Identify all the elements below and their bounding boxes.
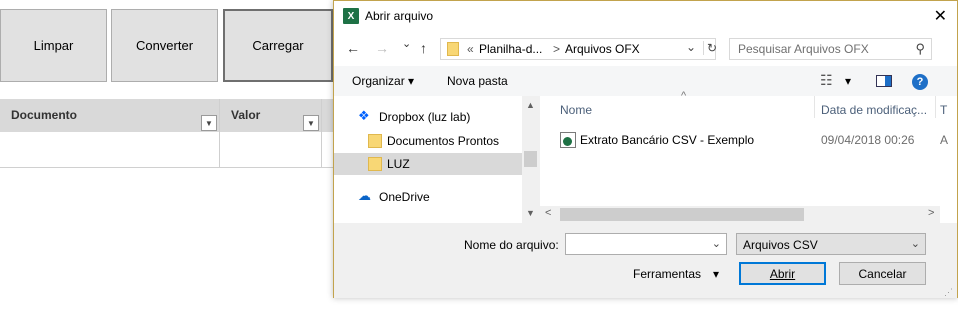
nav-item-documentos-prontos[interactable]: Documentos Prontos [334,130,522,152]
search-icon: ⚲ [915,41,925,56]
address-bar[interactable]: « Planilha-d... > Arquivos OFX ⌄ ↻ [440,38,717,60]
cancel-button-label: Cancelar [858,266,907,281]
limpar-label: Limpar [33,38,74,53]
column-header-extra [322,99,333,132]
scroll-up-icon[interactable]: ▲ [526,100,535,110]
nav-item-luz[interactable]: LUZ [334,153,522,175]
resize-grip-icon[interactable]: ⋰ [944,287,953,298]
nav-item-label: OneDrive [379,190,430,204]
ferramentas-menu[interactable]: Ferramentas [633,267,701,281]
open-button[interactable]: Abrir [739,262,826,285]
limpar-button[interactable]: Limpar [0,9,107,82]
csv-file-icon [560,132,576,148]
file-date: 09/04/2018 00:26 [821,133,915,147]
breadcrumb-overflow[interactable]: « [467,42,474,56]
nav-item-label: Dropbox (luz lab) [379,110,471,124]
sort-ascending-icon: ^ [681,90,687,102]
chevron-down-icon[interactable]: ▾ [713,267,719,281]
dialog-titlebar: X Abrir arquivo ✕ [334,1,957,32]
forward-arrow-icon[interactable]: → [375,40,389,56]
file-type: A [940,133,949,147]
file-list-pane: Nome ^ Data de modificaç... T Extrato Ba… [540,90,957,223]
grid-separator [219,99,220,168]
scroll-down-icon[interactable]: ▼ [526,208,535,218]
column-header-tipo[interactable]: T [940,103,947,117]
preview-pane-icon[interactable] [876,75,892,87]
dropbox-icon: ❖ [358,108,370,123]
column-header-data[interactable]: Data de modificaç... [821,103,927,117]
filename-field[interactable]: ⌄ [565,233,727,255]
scrollbar-thumb[interactable] [560,208,804,221]
scroll-left-icon[interactable]: < [545,207,551,219]
dialog-footer: Nome do arquivo: ⌄ Arquivos CSV ⌄ Ferram… [334,223,957,298]
chevron-down-icon: ⌄ [910,238,920,250]
grid-separator [321,99,322,168]
up-arrow-icon[interactable]: ↑ [420,40,427,56]
refresh-icon[interactable]: ↻ [703,41,717,55]
documento-label: Documento [11,108,77,122]
nav-item-dropbox[interactable]: ❖ Dropbox (luz lab) [334,106,522,128]
file-row[interactable]: Extrato Bancário CSV - Exemplo 09/04/201… [560,132,948,150]
breadcrumb-separator: > [553,42,561,56]
column-header-nome[interactable]: Nome [560,103,592,117]
view-options-icon[interactable]: ☷ [820,72,833,89]
nav-item-onedrive[interactable]: ☁ OneDrive [334,186,522,208]
recent-locations-icon[interactable]: ⌄ [402,37,411,50]
address-dropdown-icon[interactable]: ⌄ [686,40,696,54]
nav-item-label: LUZ [387,157,410,171]
chevron-down-icon[interactable]: ⌄ [712,237,721,250]
column-separator[interactable] [814,96,815,118]
search-input[interactable]: Pesquisar Arquivos OFX ⚲ [729,38,932,60]
screen: Limpar Converter Carregar Documento ▼ Va… [0,0,958,311]
filetype-value: Arquivos CSV [743,238,818,252]
nav-pane-scrollbar[interactable]: ▲ ▼ [522,96,539,223]
ferramentas-label: Ferramentas [633,267,702,281]
cancel-button[interactable]: Cancelar [839,262,926,285]
filter-dropdown-valor[interactable]: ▼ [303,115,319,131]
nav-item-label: Documentos Prontos [387,134,500,148]
folder-icon [368,134,382,148]
organizar-label: Organizar [352,74,405,88]
column-separator[interactable] [935,96,936,118]
converter-button[interactable]: Converter [111,9,218,82]
breadcrumb-arquivos-ofx[interactable]: Arquivos OFX [565,42,640,56]
carregar-button[interactable]: Carregar [223,9,333,82]
command-toolbar: Organizar ▾ Nova pasta ☷ ▾ ? [334,66,957,96]
open-button-label: Abrir [769,266,796,281]
breadcrumb-planilha[interactable]: Planilha-d... [479,42,542,56]
file-name: Extrato Bancário CSV - Exemplo [580,133,755,147]
dialog-title: Abrir arquivo [365,9,434,23]
navigation-bar: ← → ⌄ ↑ « Planilha-d... > Arquivos OFX ⌄… [334,32,957,66]
back-arrow-icon[interactable]: ← [346,40,360,56]
carregar-label: Carregar [252,38,304,53]
cloud-icon: ☁ [358,188,371,203]
valor-label: Valor [231,108,261,122]
organizar-menu[interactable]: Organizar ▾ [352,74,414,88]
folder-icon [368,157,382,171]
scrollbar-thumb[interactable] [524,151,537,167]
close-icon[interactable]: ✕ [934,6,947,26]
chevron-down-icon: ▾ [408,74,415,88]
excel-icon: X [343,8,359,24]
navigation-pane: ❖ Dropbox (luz lab) Documentos Prontos L… [334,96,539,223]
column-header-documento: Documento [0,99,219,132]
file-pane-horizontal-scrollbar[interactable]: < > [540,206,940,223]
grid-line [0,167,340,168]
scroll-right-icon[interactable]: > [928,207,934,219]
filter-dropdown-documento[interactable]: ▼ [201,115,217,131]
search-placeholder: Pesquisar Arquivos OFX [738,42,869,56]
folder-icon [447,42,459,56]
filetype-select[interactable]: Arquivos CSV ⌄ [736,233,926,255]
converter-label: Converter [135,38,194,53]
help-icon[interactable]: ? [912,74,928,90]
nova-pasta-button[interactable]: Nova pasta [447,74,508,88]
view-options-dropdown[interactable]: ▾ [845,74,851,88]
filename-label: Nome do arquivo: [464,238,559,252]
open-file-dialog: X Abrir arquivo ✕ ← → ⌄ ↑ « Planilha-d..… [333,0,958,298]
